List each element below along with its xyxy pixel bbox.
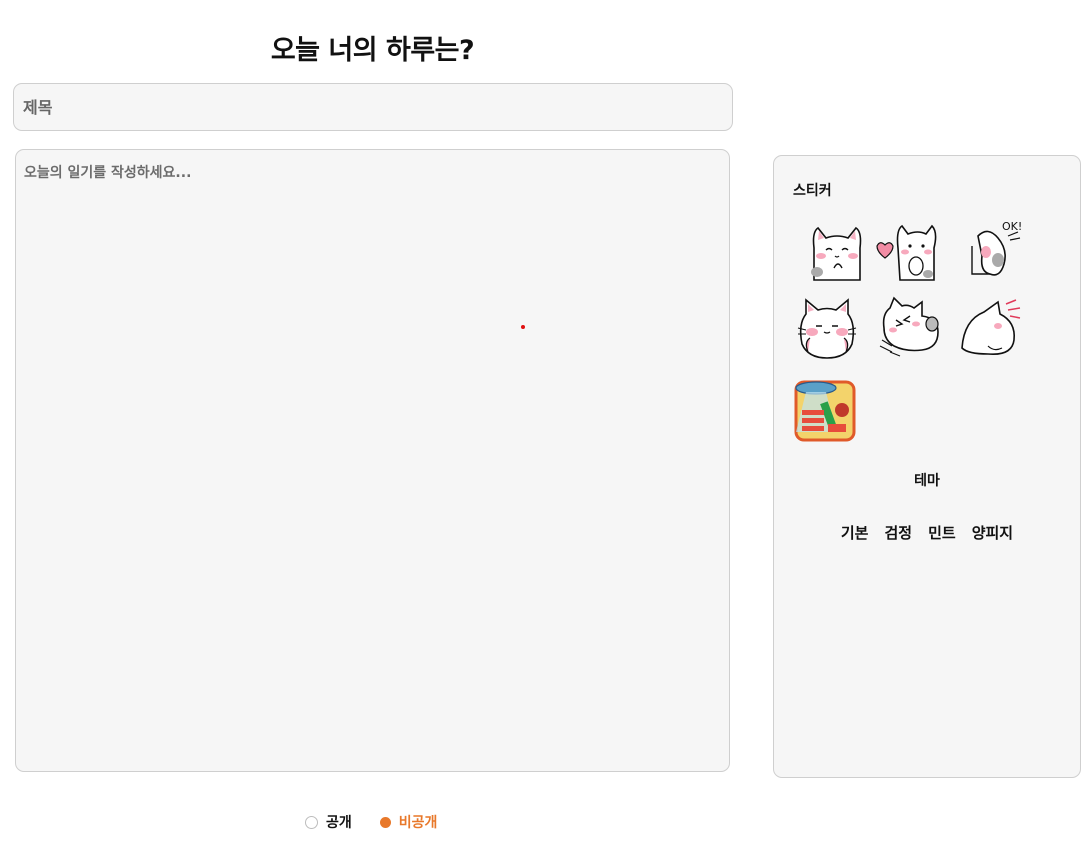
radio-private-circle[interactable] xyxy=(379,816,391,828)
svg-text:OK!: OK! xyxy=(1002,220,1022,233)
theme-option-basic[interactable]: 기본 xyxy=(841,522,869,543)
page-title: 오늘 너의 하루는? xyxy=(270,35,475,66)
theme-option-parchment[interactable]: 양피지 xyxy=(972,522,1013,543)
theme-option-black[interactable]: 검정 xyxy=(884,522,912,543)
sticker-heading: 스티커 xyxy=(793,183,832,199)
visibility-radio-group: 공개 비공개 xyxy=(305,812,437,832)
theme-option-mint[interactable]: 민트 xyxy=(928,522,956,543)
sidebar-panel: 스티커 OK! 테마 기본 검정 민트 양피지 xyxy=(773,155,1081,778)
radio-public-label: 공개 xyxy=(326,815,352,831)
radio-private[interactable]: 비공개 xyxy=(379,812,438,832)
radio-private-label: 비공개 xyxy=(398,815,438,831)
ufo-cartoon-sticker[interactable] xyxy=(792,376,858,442)
cat-lying-sticker[interactable] xyxy=(876,294,942,360)
theme-options: 기본 검정 민트 양피지 xyxy=(774,522,1080,543)
cat-heart-sticker[interactable] xyxy=(872,218,938,284)
cat-back-sticker[interactable] xyxy=(958,294,1024,360)
cursor-dot xyxy=(521,325,525,329)
theme-heading: 테마 xyxy=(914,473,940,489)
cat-blushing-sticker[interactable] xyxy=(794,294,860,360)
radio-public-circle[interactable] xyxy=(305,815,318,829)
cat-ok-sticker[interactable]: OK! xyxy=(960,216,1026,282)
title-input[interactable] xyxy=(13,83,733,131)
diary-content-textarea[interactable] xyxy=(15,149,730,772)
cat-peeking-sticker[interactable] xyxy=(804,218,870,284)
radio-public[interactable]: 공개 xyxy=(305,812,352,832)
